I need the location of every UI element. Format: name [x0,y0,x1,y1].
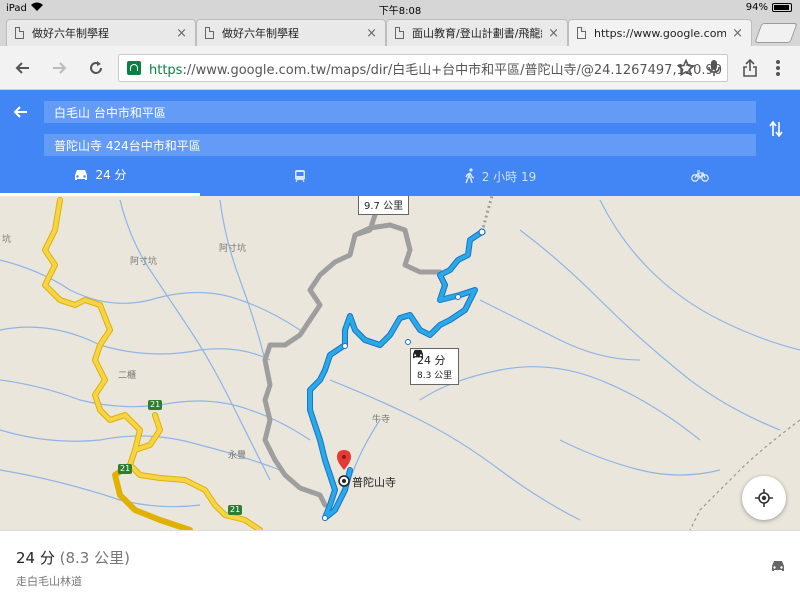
tab-title: 面山教育/登山計劃書/飛龍縱 [412,27,543,40]
callout-distance: 8.3 公里 [417,371,453,381]
my-location-button[interactable] [742,476,786,520]
tab-transit[interactable] [200,156,400,196]
back-arrow-icon [15,62,29,74]
directions-panel: 白毛山 台中市和平區 普陀山寺 424台中市和平區 24 分 2 小時 19 [0,90,800,196]
walking-dotted-line [480,196,494,233]
browser-tab[interactable]: 做好六年制學程 × [196,19,386,46]
swap-directions-button[interactable] [768,120,784,142]
microphone-icon [708,60,720,76]
map-graphics [0,196,800,530]
browser-tab[interactable]: 面山教育/登山計劃書/飛龍縱 × [386,19,568,46]
destination-label[interactable]: 普陀山寺 [352,474,396,490]
summary-time: 24 分 [16,549,55,567]
tab-strip: 做好六年制學程 × 做好六年制學程 × 面山教育/登山計劃書/飛龍縱 × htt… [0,16,800,46]
page-icon [205,27,214,39]
star-icon [677,59,695,77]
route-summary: 24 分 (8.3 公里) [16,547,130,568]
clock: 下午8:08 [378,6,422,17]
driving-time: 24 分 [95,168,127,182]
back-arrow-icon [13,106,27,118]
browser-tab-active[interactable]: https://www.google.com.tw/ × [568,19,752,46]
crosshair-icon [755,489,773,507]
address-bar[interactable]: https://www.google.com.tw/maps/dir/白毛山+台… [118,54,728,82]
ios-status-bar: iPad 下午8:08 94% [0,0,800,17]
battery-icon [772,3,792,12]
reload-button[interactable] [84,56,108,80]
travel-mode-tabs: 24 分 2 小時 19 [0,156,800,196]
map-place-label: 坑 [2,235,12,245]
reload-icon [90,61,102,74]
close-tab-icon[interactable]: × [732,26,743,41]
walk-icon [465,168,475,184]
alternate-distance: 9.7 公里 [364,201,404,212]
page-icon [577,27,586,39]
page-icon [15,27,24,39]
route-21-shields [118,400,242,515]
browser-tab[interactable]: 做好六年制學程 × [6,19,196,46]
battery-percent: 94% [745,2,768,13]
route-number: 21 [120,464,131,473]
more-vertical-icon [776,60,780,76]
map-place-label: 阿寸坑 [219,244,247,254]
map-place-label: 阿寸坑 [130,257,158,267]
tab-driving[interactable]: 24 分 [0,156,200,196]
car-icon [75,169,88,180]
menu-button[interactable] [766,56,790,80]
back-button[interactable] [10,56,34,80]
map-place-label: 牛寺 [372,415,391,425]
close-tab-icon[interactable]: × [548,26,559,41]
tab-title: 做好六年制學程 [222,27,299,40]
forward-button[interactable] [48,56,72,80]
bike-icon [691,170,709,182]
tab-cycling[interactable] [600,156,800,196]
url-text: https://www.google.com.tw/maps/dir/白毛山+台… [149,62,723,78]
car-icon [413,349,423,359]
page-icon [395,27,404,39]
share-button[interactable] [738,56,762,80]
new-tab-button[interactable] [754,23,798,43]
route-via: 走白毛山林道 [16,575,82,588]
route-callout[interactable]: 24 分 8.3 公里 [410,348,460,385]
tab-title: 做好六年制學程 [32,27,109,40]
alternate-route-callout[interactable]: 9.7 公里 [358,196,410,215]
route-summary-panel[interactable]: 24 分 (8.3 公里) 走白毛山林道 [0,530,800,600]
destination-input[interactable]: 普陀山寺 424台中市和平區 [44,134,756,156]
close-tab-icon[interactable]: × [366,26,377,41]
share-icon [743,59,757,77]
route-number: 21 [230,505,241,514]
browser-toolbar: https://www.google.com.tw/maps/dir/白毛山+台… [0,46,800,90]
swap-icon [769,120,783,138]
tab-title: https://www.google.com.tw/ [594,26,727,40]
summary-distance: (8.3 公里) [59,549,130,567]
driving-mode-icon-button[interactable] [770,557,786,576]
trail [689,419,800,530]
back-to-map-button[interactable] [12,104,28,124]
bookmark-star-button[interactable] [674,56,698,80]
route-number: 21 [150,400,161,409]
close-tab-icon[interactable]: × [176,26,187,41]
lock-icon [127,61,141,75]
map-canvas[interactable]: 阿寸坑 阿寸坑 坑 二櫃 永豐 牛寺 21 21 21 9.7 公里 24 分 … [0,196,800,530]
forward-arrow-icon [53,62,67,74]
map-place-label: 二櫃 [118,371,137,381]
tab-walking[interactable]: 2 小時 19 [400,156,600,196]
transit-icon [295,170,305,183]
walking-time: 2 小時 19 [481,169,537,184]
origin-input[interactable]: 白毛山 台中市和平區 [44,101,756,123]
voice-search-button[interactable] [702,56,726,80]
map-place-label: 永豐 [228,451,247,461]
route-start-point [478,228,486,236]
car-icon [772,561,784,571]
